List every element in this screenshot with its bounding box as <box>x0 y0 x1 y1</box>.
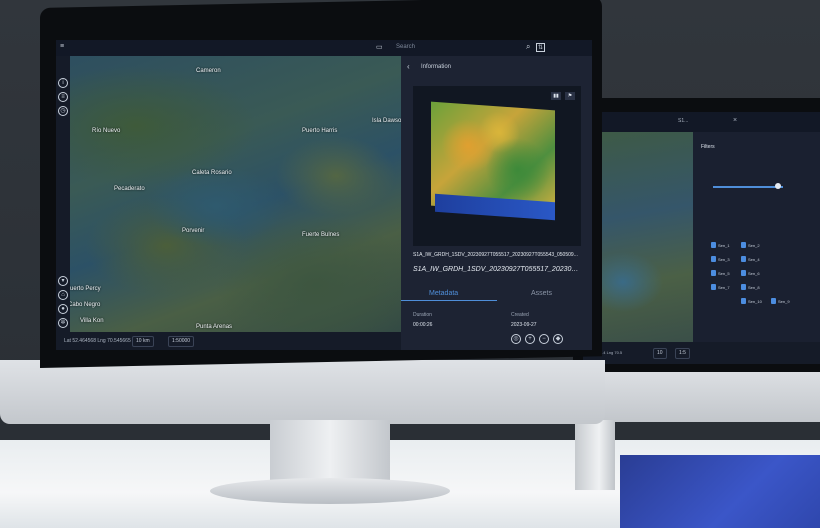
zoom-out-icon[interactable]: − <box>539 334 549 344</box>
search-icon[interactable]: ⌕ <box>526 42 530 52</box>
folder-icon[interactable] <box>771 298 776 304</box>
map-label: Caleta Rosario <box>192 170 232 176</box>
map-label: Cameron <box>196 68 221 74</box>
map-label: Fuerte Bulnes <box>302 232 340 238</box>
filter-title: Filters <box>701 144 715 150</box>
back-icon[interactable]: ‹ <box>407 62 410 71</box>
user-icon[interactable]: ● <box>58 304 68 314</box>
folder-icon[interactable] <box>741 242 746 248</box>
map-label: Porvenir <box>182 228 205 234</box>
folder-label: Sen_8 <box>748 285 760 290</box>
secondary-screen: S1... × Filters Sen_1 Sen_2 Sen_3 Sen_4 … <box>583 112 820 364</box>
coordinates-readout: Lat 52.464568 Lng 70.545665 <box>64 338 131 344</box>
folder-label: Sen_2 <box>748 243 760 248</box>
secondary-search-input[interactable]: S1... <box>678 118 688 124</box>
main-topbar: ≡ ▭ Search ⌕ ⇅ <box>56 40 592 56</box>
scene-thumbnail[interactable]: ▮▮ ⚑ <box>413 86 581 246</box>
map-label: Río Nuevo <box>92 128 121 134</box>
map-label: Pecaderato <box>114 186 145 192</box>
folder-label: Sen_6 <box>748 271 760 276</box>
info-icon[interactable]: i <box>58 78 68 88</box>
folder-label: Sen_1 <box>718 243 730 248</box>
left-toolbar: i ≡ ◷ ▾ ⌂ ● ✲ <box>56 56 70 332</box>
map-label: Puerto Harris <box>302 128 338 134</box>
panel-title: Information <box>421 64 452 70</box>
tab-metadata[interactable]: Metadata <box>429 290 458 297</box>
zoom-level-select[interactable]: 1:50000 <box>168 336 195 347</box>
range-slider[interactable] <box>713 186 783 188</box>
folder-label: Sen_9 <box>778 299 790 304</box>
map-label: Punta Arenas <box>196 324 233 330</box>
folder-icon[interactable] <box>711 256 716 262</box>
folder-icon[interactable] <box>711 242 716 248</box>
map-label: Puerto Percy <box>66 286 101 292</box>
folder-icon[interactable] <box>711 284 716 290</box>
information-panel: ‹ Information ▮▮ ⚑ S1A_IW_GRDH_1SDV_2023… <box>401 56 592 350</box>
settings-icon[interactable]: ✲ <box>58 318 68 328</box>
folder-icon[interactable] <box>741 270 746 276</box>
created-label: Created <box>511 312 529 318</box>
secondary-topbar: S1... × <box>583 112 820 132</box>
cart-icon[interactable]: ▾ <box>58 276 68 286</box>
map-label: Cabo Negro <box>68 302 101 308</box>
folder-icon[interactable] <box>711 270 716 276</box>
file-name-small: S1A_IW_GRDH_1SDV_20230927T055517_2023092… <box>413 252 578 258</box>
locate-icon[interactable]: ◎ <box>511 334 521 344</box>
flag-icon[interactable]: ⚑ <box>565 92 575 100</box>
created-value: 2023-09-27 <box>511 322 537 328</box>
secondary-statusbar: Lat 52.4 Lng 70.5 10 1:5 <box>583 342 820 364</box>
map-label: Isla Dawson <box>372 118 405 124</box>
scale-select[interactable]: 10 km <box>132 336 154 347</box>
clock-icon[interactable]: ◷ <box>58 106 68 116</box>
blue-card <box>620 455 820 528</box>
satellite-map[interactable]: Cameron Río Nuevo Caleta Rosario Puerto … <box>56 56 405 332</box>
folder-label: Sen_10 <box>748 299 762 304</box>
folder-icon[interactable] <box>741 284 746 290</box>
folder-label: Sen_4 <box>748 257 760 262</box>
main-monitor-chin <box>0 360 605 424</box>
duration-label: Duration <box>413 312 432 318</box>
layers-stack-icon[interactable]: ≡ <box>58 92 68 102</box>
home-icon[interactable]: ⌂ <box>58 290 68 300</box>
duration-value: 00:00:26 <box>413 322 433 328</box>
folder-icon[interactable] <box>741 256 746 262</box>
tab-assets[interactable]: Assets <box>531 290 552 297</box>
secondary-monitor-chin <box>585 372 820 422</box>
secondary-panel: Filters Sen_1 Sen_2 Sen_3 Sen_4 Sen_5 Se… <box>693 132 820 342</box>
close-icon[interactable]: × <box>733 117 737 124</box>
secondary-scale-select[interactable]: 10 <box>653 348 667 359</box>
main-monitor-base <box>210 478 450 504</box>
menu-icon[interactable]: ≡ <box>60 43 64 50</box>
compass-icon[interactable]: ◆ <box>553 334 563 344</box>
map-statusbar: Lat 52.464568 Lng 70.545665 10 km 1:5000… <box>56 332 401 350</box>
secondary-zoom-select[interactable]: 1:5 <box>675 348 690 359</box>
main-screen: ≡ ▭ Search ⌕ ⇅ Cameron Río Nuevo Caleta … <box>56 40 592 350</box>
zoom-in-icon[interactable]: + <box>525 334 535 344</box>
range-slider-handle[interactable] <box>775 183 781 189</box>
search-input[interactable]: Search <box>396 44 415 50</box>
folder-icon[interactable] <box>741 298 746 304</box>
filter-icon[interactable]: ⇅ <box>536 43 546 52</box>
folder-label: Sen_3 <box>718 257 730 262</box>
secondary-monitor-stand <box>575 420 615 490</box>
folder-label: Sen_5 <box>718 271 730 276</box>
download-icon[interactable]: ▮▮ <box>551 92 561 100</box>
layers-icon[interactable]: ▭ <box>376 43 383 51</box>
file-name-large: S1A_IW_GRDH_1SDV_20230927T055517_2023092… <box>413 266 581 273</box>
search-bar: ▭ Search ⌕ ⇅ <box>376 42 546 53</box>
folder-label: Sen_7 <box>718 285 730 290</box>
map-label: Villa Kon <box>80 318 104 324</box>
